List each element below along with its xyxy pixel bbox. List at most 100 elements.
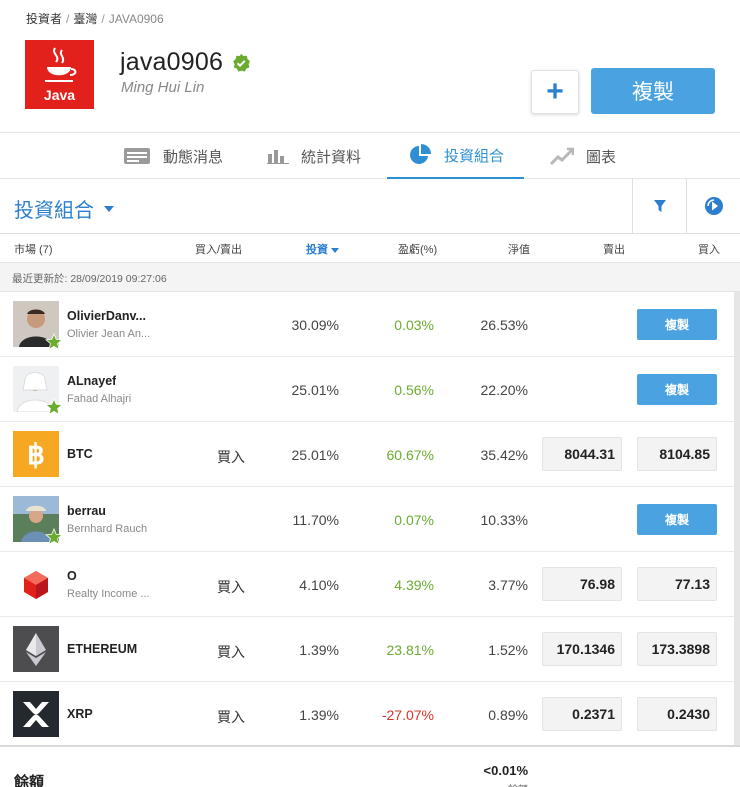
column-pl[interactable]: 盈虧(%) — [398, 241, 437, 257]
tab-news-feed[interactable]: 動態消息 — [123, 133, 223, 179]
ethereum-icon — [13, 626, 59, 672]
svg-text:฿: ฿ — [27, 439, 45, 470]
copy-button[interactable]: 複製 — [637, 504, 717, 535]
column-market[interactable]: 市場 (7) — [14, 241, 53, 257]
net-value: 3.77% — [488, 577, 528, 593]
profit-loss: 0.07% — [394, 512, 434, 528]
net-value: 0.89% — [488, 707, 528, 723]
xrp-icon — [13, 691, 59, 737]
java-logo-icon: Java — [25, 40, 94, 109]
table-row[interactable]: ALnayef Fahad Alhajri 25.01% 0.56% 22.20… — [0, 357, 740, 422]
star-icon — [45, 398, 63, 416]
table-row[interactable]: XRP 買入 1.39% -27.07% 0.89% 0.2371 0.2430 — [0, 682, 740, 747]
refresh-button[interactable] — [686, 179, 740, 233]
copy-button[interactable]: 複製 — [637, 374, 717, 405]
pie-chart-icon — [408, 143, 432, 167]
bar-chart-icon — [267, 148, 289, 164]
verified-badge-icon — [233, 53, 251, 72]
realty-income-logo-icon — [13, 561, 59, 607]
instrument-name[interactable]: berrau — [67, 504, 106, 518]
instrument-name[interactable]: O — [67, 569, 77, 583]
sell-price-button[interactable]: 8044.31 — [542, 437, 622, 471]
buy-price-button[interactable]: 0.2430 — [637, 697, 717, 731]
line-chart-icon — [550, 147, 574, 165]
column-sell[interactable]: 賣出 — [603, 241, 625, 257]
copy-button[interactable]: 複製 — [637, 309, 717, 340]
net-value: 22.20% — [480, 382, 528, 398]
invest-percent: 11.70% — [292, 512, 339, 528]
instrument-name[interactable]: XRP — [67, 707, 93, 721]
instrument-name[interactable]: ALnayef — [67, 374, 116, 388]
tab-chart[interactable]: 圖表 — [550, 133, 616, 179]
breadcrumb-taiwan[interactable]: 臺灣 — [73, 12, 97, 26]
profit-loss: 4.39% — [394, 577, 434, 593]
balance-label: 餘額 — [14, 774, 45, 787]
column-buy[interactable]: 買入 — [698, 241, 720, 257]
tab-portfolio[interactable]: 投資組合 — [387, 133, 524, 179]
buy-price-button[interactable]: 173.3898 — [637, 632, 717, 666]
breadcrumb-separator: / — [101, 12, 105, 26]
net-value: 35.42% — [480, 447, 528, 463]
table-row[interactable]: ฿ BTC 買入 25.01% 60.67% 35.42% 8044.31 81… — [0, 422, 740, 487]
chevron-down-icon — [104, 205, 114, 212]
invest-percent: 1.39% — [299, 642, 339, 658]
trade-direction: 買入 — [217, 709, 245, 725]
add-watchlist-button[interactable]: + — [531, 70, 579, 114]
net-value: 1.52% — [488, 642, 528, 658]
trade-direction: 買入 — [217, 449, 245, 465]
copy-trader-button[interactable]: 複製 — [591, 68, 715, 114]
net-value: 10.33% — [480, 512, 528, 528]
column-invest-label: 投資 — [306, 244, 328, 256]
instrument-name[interactable]: BTC — [67, 447, 93, 461]
portfolio-title: 投資組合 — [14, 200, 94, 222]
balance-subtitle: 餘額 — [508, 781, 528, 787]
buy-price-button[interactable]: 8104.85 — [637, 437, 717, 471]
sort-desc-icon — [331, 247, 339, 253]
scrollbar[interactable] — [734, 292, 740, 745]
buy-price-button[interactable]: 77.13 — [637, 567, 717, 601]
table-row[interactable]: ETHEREUM 買入 1.39% 23.81% 1.52% 170.1346 … — [0, 617, 740, 682]
filter-icon — [653, 200, 666, 212]
breadcrumb-investors[interactable]: 投資者 — [26, 12, 62, 26]
instrument-subtitle: Olivier Jean An... — [67, 328, 151, 340]
tab-label: 圖表 — [586, 148, 617, 166]
star-icon — [45, 528, 63, 546]
portfolio-view-dropdown[interactable]: 投資組合 — [14, 194, 114, 223]
tab-statistics[interactable]: 統計資料 — [267, 133, 361, 179]
table-row[interactable]: berrau Bernhard Rauch 11.70% 0.07% 10.33… — [0, 487, 740, 552]
table-row[interactable]: OlivierDanv... Olivier Jean An... 30.09%… — [0, 292, 740, 357]
profile-tabs: 動態消息 統計資料 投資組合 圖表 — [0, 132, 740, 179]
portfolio-table: OlivierDanv... Olivier Jean An... 30.09%… — [0, 292, 740, 747]
avatar: Java — [25, 40, 94, 109]
invest-percent: 25.01% — [291, 447, 339, 463]
profit-loss: 0.56% — [394, 382, 434, 398]
instrument-subtitle: Bernhard Rauch — [67, 523, 148, 535]
username: java0906 — [120, 48, 224, 76]
balance-row: 餘額 <0.01% 餘額 — [0, 745, 740, 787]
column-invest[interactable]: 投資 — [306, 241, 339, 257]
column-value[interactable]: 淨值 — [508, 241, 530, 257]
balance-value: <0.01% — [483, 763, 528, 778]
table-row[interactable]: O Realty Income ... 買入 4.10% 4.39% 3.77%… — [0, 552, 740, 617]
instrument-name[interactable]: ETHEREUM — [67, 642, 137, 656]
refresh-icon — [704, 197, 723, 215]
invest-percent: 1.39% — [299, 707, 339, 723]
profit-loss: -27.07% — [381, 707, 434, 723]
bitcoin-icon: ฿ — [13, 431, 59, 477]
portfolio-header: 投資組合 — [0, 179, 740, 234]
breadcrumb-current: JAVA0906 — [108, 12, 164, 26]
sell-price-button[interactable]: 76.98 — [542, 567, 622, 601]
instrument-name[interactable]: OlivierDanv... — [67, 309, 146, 323]
last-updated: 最近更新於: 28/09/2019 09:27:06 — [0, 262, 740, 292]
sell-price-button[interactable]: 0.2371 — [542, 697, 622, 731]
invest-percent: 30.09% — [291, 317, 339, 333]
net-value: 26.53% — [480, 317, 528, 333]
filter-button[interactable] — [632, 179, 686, 233]
sell-price-button[interactable]: 170.1346 — [542, 632, 622, 666]
tab-label: 投資組合 — [444, 147, 505, 165]
invest-percent: 25.01% — [291, 382, 339, 398]
star-icon — [45, 333, 63, 351]
profit-loss: 23.81% — [386, 642, 434, 658]
tab-label: 動態消息 — [163, 148, 224, 166]
column-buy-sell[interactable]: 買入/賣出 — [195, 241, 242, 257]
